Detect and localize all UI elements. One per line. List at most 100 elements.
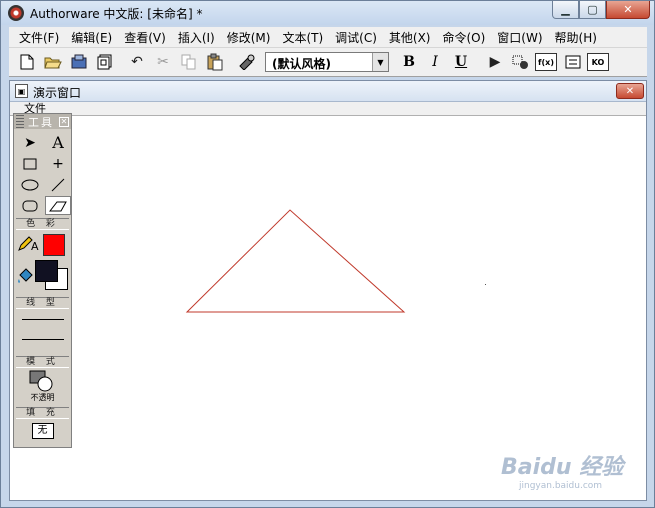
mode-section-label: 模 式: [16, 356, 69, 368]
scissors-icon: ✂: [157, 54, 169, 70]
paste-icon: [207, 53, 223, 71]
line-style-thin[interactable]: [22, 319, 64, 320]
open-folder-icon: [44, 57, 62, 69]
save-all-button[interactable]: [93, 50, 117, 74]
run-icon: ▶: [489, 54, 501, 70]
open-file-button[interactable]: [41, 50, 65, 74]
crosshair-icon: +: [52, 155, 64, 172]
presentation-canvas[interactable]: [10, 117, 646, 500]
menu-insert[interactable]: 插入(I): [172, 29, 221, 46]
diagonal-line-icon: [51, 178, 65, 191]
underline-button[interactable]: U: [449, 50, 473, 74]
import-icon: [71, 54, 87, 69]
menu-help[interactable]: 帮助(H): [549, 29, 603, 46]
ellipse-tool[interactable]: [17, 175, 43, 194]
restart-button[interactable]: ▶: [483, 50, 507, 74]
polygon-tool[interactable]: [45, 196, 71, 215]
menu-other[interactable]: 其他(X): [383, 29, 437, 46]
pointer-tool[interactable]: ➤: [17, 133, 43, 152]
paste-button[interactable]: [203, 50, 227, 74]
canvas-dot: [485, 284, 486, 285]
menu-edit[interactable]: 编辑(E): [65, 29, 118, 46]
line-style-selector[interactable]: [14, 309, 71, 353]
polygon-icon: [49, 201, 67, 211]
rounded-rectangle-tool[interactable]: [17, 196, 43, 215]
menu-file[interactable]: 文件(F): [13, 29, 65, 46]
undo-icon: ↶: [131, 54, 143, 70]
copy-button[interactable]: [177, 50, 201, 74]
drawn-triangle[interactable]: [185, 209, 406, 313]
app-window: Authorware 中文版: [未命名] * ▁ ▢ ✕ 文件(F) 编辑(E…: [0, 0, 655, 508]
find-button[interactable]: [235, 50, 259, 74]
fill-pattern-selector[interactable]: 无: [31, 423, 54, 439]
import-button[interactable]: [67, 50, 91, 74]
save-all-icon: [97, 54, 112, 70]
menu-text[interactable]: 文本(T): [276, 29, 329, 46]
find-icon: [239, 54, 255, 70]
line-style-section-label: 线 型: [16, 297, 69, 309]
close-button[interactable]: ✕: [606, 1, 650, 19]
tools-palette-title: 工具: [28, 115, 54, 129]
fill-section-label: 填 充: [16, 407, 69, 419]
text-a-icon: A: [52, 133, 64, 152]
color-section-label: 色 彩: [16, 218, 69, 230]
functions-button[interactable]: f(x): [535, 53, 557, 71]
dropdown-arrow-icon[interactable]: ▼: [372, 53, 388, 71]
opaque-mode-icon: [29, 370, 53, 392]
drag-grip-icon[interactable]: [16, 115, 24, 128]
line-color-swatch[interactable]: [43, 234, 65, 256]
minimize-button[interactable]: ▁: [552, 1, 579, 19]
variables-icon: [565, 55, 581, 69]
straight-line-tool[interactable]: +: [45, 154, 71, 173]
line-color-row: A: [14, 230, 71, 258]
menu-modify[interactable]: 修改(M): [221, 29, 277, 46]
diagonal-line-tool[interactable]: [45, 175, 71, 194]
undo-button[interactable]: ↶: [125, 50, 149, 74]
menu-view[interactable]: 查看(V): [118, 29, 172, 46]
presentation-window: ▣ 演示窗口 ✕ 文件: [9, 80, 647, 501]
fill-foreground-color-swatch[interactable]: [35, 260, 58, 282]
rectangle-icon: [23, 158, 37, 169]
line-style-thick[interactable]: [22, 339, 64, 340]
rectangle-tool[interactable]: [17, 154, 43, 173]
bold-button[interactable]: B: [397, 50, 421, 74]
menu-window[interactable]: 窗口(W): [491, 29, 548, 46]
tools-palette: 工具 ✕ ➤ A + 色 彩 A 线 型 模 式 不透明 填 充 无: [13, 113, 72, 448]
control-panel-button[interactable]: [509, 50, 533, 74]
presentation-window-icon: ▣: [15, 84, 28, 98]
baidu-watermark: Baidu 经验 jingyan.baidu.com: [501, 449, 623, 491]
knowledge-objects-button[interactable]: KO: [587, 53, 609, 71]
authorware-app-icon[interactable]: [8, 5, 24, 21]
close-icon: ✕: [623, 3, 633, 16]
watermark-url: jingyan.baidu.com: [519, 481, 603, 491]
drawing-tools: ➤ A +: [14, 129, 71, 215]
mode-selector[interactable]: 不透明: [14, 368, 71, 404]
minimize-icon: ▁: [561, 3, 570, 16]
rounded-rectangle-icon: [22, 200, 38, 211]
arrow-pointer-icon: ➤: [24, 134, 36, 151]
copy-icon: [181, 54, 196, 70]
tools-palette-header[interactable]: 工具 ✕: [14, 114, 71, 129]
cut-button[interactable]: ✂: [151, 50, 175, 74]
text-tool[interactable]: A: [45, 133, 71, 152]
tools-close-button[interactable]: ✕: [59, 116, 69, 127]
maximize-icon: ▢: [587, 3, 598, 16]
close-icon: ✕: [60, 116, 68, 126]
variables-button[interactable]: [561, 50, 585, 74]
window-controls: ▁ ▢ ✕: [552, 1, 650, 19]
title-bar[interactable]: Authorware 中文版: [未命名] * ▁ ▢ ✕: [1, 1, 654, 25]
presentation-close-button[interactable]: ✕: [616, 83, 644, 99]
menu-debug[interactable]: 调试(C): [329, 29, 383, 46]
presentation-title-bar[interactable]: ▣ 演示窗口 ✕: [10, 81, 646, 102]
text-color-a-icon: A: [31, 240, 39, 253]
watermark-logo: Baidu 经验: [501, 455, 624, 480]
presentation-title: 演示窗口: [33, 86, 82, 100]
presentation-menu-bar: 文件: [10, 102, 646, 116]
new-file-button[interactable]: [15, 50, 39, 74]
window-title: Authorware 中文版: [未命名] *: [30, 7, 203, 21]
italic-button[interactable]: I: [423, 50, 447, 74]
text-style-select[interactable]: (默认风格) ▼: [265, 52, 389, 72]
menu-commands[interactable]: 命令(O): [436, 29, 491, 46]
maximize-button[interactable]: ▢: [579, 1, 606, 19]
canvas-drawing: [185, 209, 486, 313]
